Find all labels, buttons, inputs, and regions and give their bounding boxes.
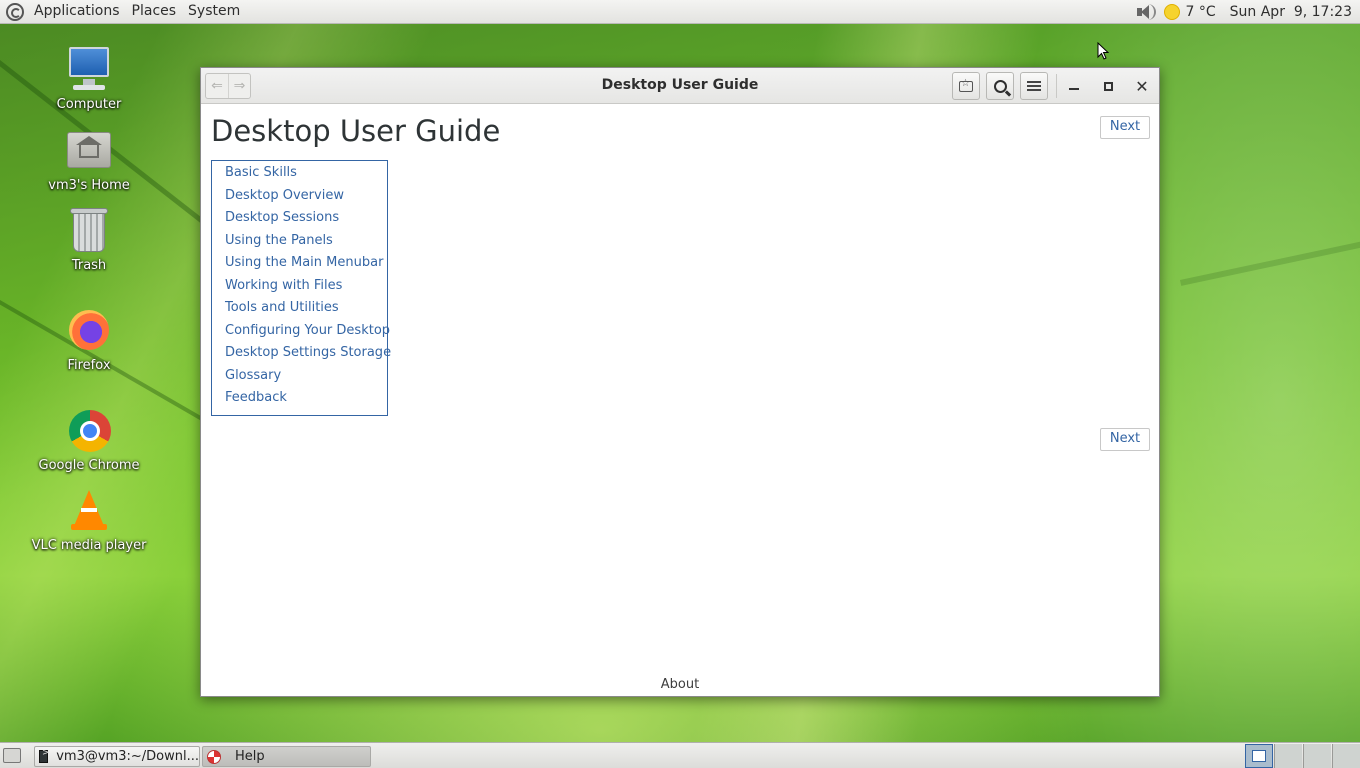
menu-button[interactable] (1020, 72, 1048, 100)
navigation-buttons: ⇐ ⇒ (205, 73, 251, 99)
minimize-icon (1069, 88, 1079, 90)
distro-logo-icon[interactable] (6, 2, 24, 21)
clock[interactable]: Sun Apr 9, 17:23 (1230, 4, 1352, 20)
taskbar-item-help[interactable]: Help (202, 746, 371, 767)
toc-link-glossary[interactable]: Glossary (225, 367, 387, 390)
page-title: Desktop User Guide (211, 114, 501, 148)
desktop-icon-chrome[interactable]: Google Chrome (29, 406, 149, 473)
weather-applet[interactable]: 7 °C (1163, 3, 1216, 20)
speaker-icon (1136, 4, 1154, 20)
minimize-button[interactable] (1064, 76, 1084, 96)
hamburger-menu-icon (1027, 81, 1041, 91)
home-folder-icon (65, 126, 113, 174)
desktop-icon-label: Computer (56, 97, 122, 112)
search-icon (993, 79, 1007, 93)
desktop-icon-firefox[interactable]: Firefox (29, 306, 149, 373)
bottom-panel: vm3@vm3:~/Downl... Help (0, 742, 1360, 768)
desktop-icon-label: Firefox (67, 358, 111, 373)
workspace-4[interactable] (1332, 744, 1360, 768)
computer-icon (65, 45, 113, 93)
arrow-left-icon: ⇐ (211, 78, 223, 94)
vlc-icon (65, 486, 113, 534)
back-button[interactable]: ⇐ (206, 74, 228, 98)
toc-link-desktop-sessions[interactable]: Desktop Sessions (225, 209, 387, 232)
window-title: Desktop User Guide (601, 77, 759, 93)
firefox-icon (65, 306, 113, 354)
titlebar-separator (1056, 74, 1057, 98)
workspace-window-thumbnail (1252, 750, 1266, 762)
taskbar-item-label: vm3@vm3:~/Downl... (56, 749, 199, 764)
trash-icon (65, 206, 113, 254)
toc-link-feedback[interactable]: Feedback (225, 389, 387, 412)
desktop-icon-label: Trash (71, 258, 107, 273)
toc-link-basic-skills[interactable]: Basic Skills (225, 164, 387, 187)
desktop-icon-label: VLC media player (31, 538, 147, 553)
system-menu[interactable]: System (182, 0, 246, 24)
taskbar-item-terminal[interactable]: vm3@vm3:~/Downl... (34, 746, 200, 767)
help-content: Desktop User Guide Next Basic Skills Des… (201, 105, 1159, 696)
search-button[interactable] (986, 72, 1014, 100)
help-icon (207, 749, 221, 764)
maximize-button[interactable] (1098, 76, 1118, 96)
table-of-contents: Basic Skills Desktop Overview Desktop Se… (211, 160, 391, 416)
workspace-2[interactable] (1274, 744, 1302, 768)
system-tray: 7 °C Sun Apr 9, 17:23 (1136, 3, 1360, 20)
bookmark-icon (959, 78, 973, 92)
toc-link-working-with-files[interactable]: Working with Files (225, 277, 387, 300)
top-panel: Applications Places System 7 °C Sun Apr … (0, 0, 1360, 24)
workspace-1[interactable] (1245, 744, 1273, 768)
desktop-icon-label: Google Chrome (38, 458, 140, 473)
help-window: ⇐ ⇒ Desktop User Guide ✕ Desktop User Gu… (200, 67, 1160, 697)
places-menu[interactable]: Places (126, 0, 183, 24)
weather-temperature: 7 °C (1185, 3, 1216, 20)
toc-link-using-the-panels[interactable]: Using the Panels (225, 232, 387, 255)
mouse-cursor-icon (1097, 42, 1109, 60)
close-icon: ✕ (1135, 76, 1149, 96)
chrome-icon (65, 406, 113, 454)
close-button[interactable]: ✕ (1132, 76, 1152, 96)
desktop-icon-vlc[interactable]: VLC media player (29, 486, 149, 553)
about-link[interactable]: About (201, 677, 1159, 692)
taskbar-item-label: Help (235, 749, 265, 764)
toc-link-tools-and-utilities[interactable]: Tools and Utilities (225, 299, 387, 322)
desktop-icon-trash[interactable]: Trash (29, 206, 149, 273)
toc-link-desktop-overview[interactable]: Desktop Overview (225, 187, 387, 210)
show-desktop-button[interactable] (3, 748, 21, 763)
desktop-icon-computer[interactable]: Computer (29, 45, 149, 112)
desktop-icon-label: vm3's Home (48, 178, 130, 193)
desktop-icon-home[interactable]: vm3's Home (29, 126, 149, 193)
workspace-3[interactable] (1303, 744, 1331, 768)
sun-icon (1163, 3, 1180, 20)
forward-button[interactable]: ⇒ (228, 74, 250, 98)
next-button-top[interactable]: Next (1100, 116, 1150, 139)
arrow-right-icon: ⇒ (233, 78, 246, 94)
toc-link-configuring-desktop[interactable]: Configuring Your Desktop (225, 322, 390, 345)
bookmarks-button[interactable] (952, 72, 980, 100)
applications-menu[interactable]: Applications (28, 0, 126, 24)
next-button-bottom[interactable]: Next (1100, 428, 1150, 451)
toc-link-main-menubar[interactable]: Using the Main Menubar (225, 254, 387, 277)
terminal-icon (39, 748, 50, 763)
volume-icon[interactable] (1136, 3, 1156, 20)
toc-link-settings-storage[interactable]: Desktop Settings Storage (225, 344, 391, 367)
window-titlebar[interactable]: ⇐ ⇒ Desktop User Guide ✕ (201, 68, 1159, 104)
maximize-icon (1103, 81, 1113, 91)
